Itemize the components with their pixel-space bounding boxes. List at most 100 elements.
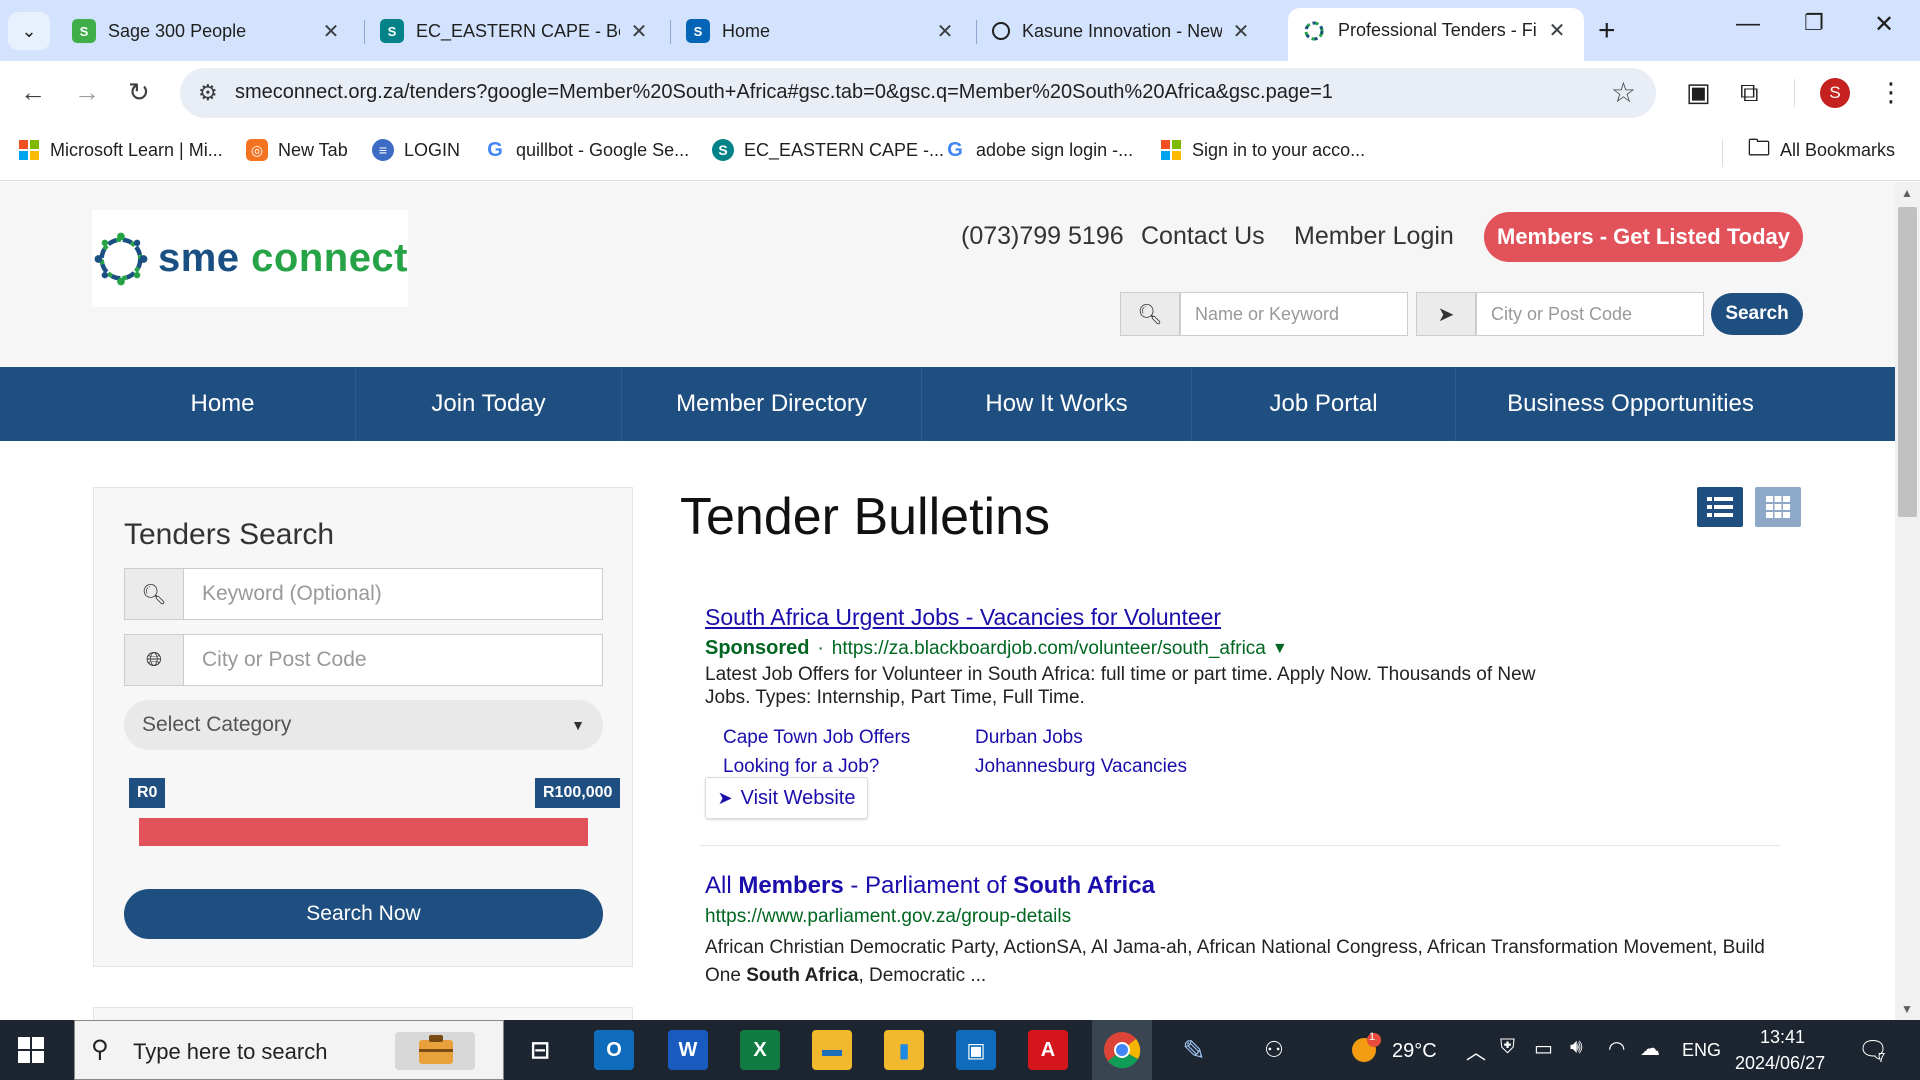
restore-icon[interactable]: ❐ [1804, 10, 1824, 36]
tender-city-input[interactable]: City or Post Code [183, 634, 603, 686]
nav-job-portal[interactable]: Job Portal [1192, 367, 1456, 441]
windows-start-icon[interactable] [18, 1037, 44, 1063]
result-url[interactable]: https://www.parliament.gov.za/group-deta… [705, 906, 1071, 928]
address-bar[interactable]: ⚙ smeconnect.org.za/tenders?google=Membe… [180, 68, 1656, 118]
city-search-input[interactable]: City or Post Code [1476, 292, 1704, 336]
taskbar-search-box[interactable]: ⚲ Type here to search [74, 1020, 504, 1080]
defender-icon[interactable]: ▣ [956, 1030, 996, 1070]
shield-icon[interactable]: ⛨ [1500, 1036, 1515, 1059]
reload-icon[interactable]: ↻ [128, 77, 150, 108]
volume-icon[interactable]: 🔊︎ [1570, 1036, 1583, 1059]
window-close-icon[interactable]: ✕ [1874, 10, 1894, 39]
nav-home[interactable]: Home [90, 367, 356, 441]
ad-sitelink-cape-town[interactable]: Cape Town Job Offers [723, 727, 910, 749]
bookmark-star-icon[interactable]: ☆ [1611, 76, 1636, 109]
browser-tab-ec-eastern-cape[interactable]: S EC_EASTERN CAPE - Bene ✕ [366, 10, 666, 52]
member-login-link[interactable]: Member Login [1294, 222, 1454, 251]
grid-view-icon[interactable] [1755, 487, 1801, 527]
close-icon[interactable]: ✕ [934, 19, 956, 44]
budget-range-slider[interactable] [139, 818, 588, 846]
contact-us-link[interactable]: Contact Us [1141, 222, 1265, 251]
people-icon[interactable]: ⚇ [1254, 1030, 1294, 1070]
extension-icon[interactable]: ▣ [1686, 77, 1711, 108]
kebab-menu-icon[interactable]: ⋮ [1878, 77, 1904, 108]
forward-arrow-icon[interactable]: → [74, 77, 100, 108]
header-search-button[interactable]: Search [1711, 293, 1803, 335]
site-settings-icon[interactable]: ⚙ [198, 80, 218, 106]
close-icon[interactable]: ✕ [320, 19, 342, 44]
nav-business-opportunities[interactable]: Business Opportunities [1456, 367, 1805, 441]
language-indicator[interactable]: ENG [1682, 1040, 1721, 1061]
word-icon[interactable]: W [668, 1030, 708, 1070]
wifi-icon[interactable]: ◠ [1608, 1036, 1625, 1061]
bookmark-new-tab[interactable]: ◎ New Tab [246, 139, 348, 161]
list-view-icon[interactable] [1697, 487, 1743, 527]
close-icon[interactable]: ✕ [628, 19, 650, 44]
bookmark-quillbot[interactable]: G quillbot - Google Se... [484, 139, 689, 161]
visit-website-button[interactable]: ➤ Visit Website [705, 777, 868, 819]
nav-join-today[interactable]: Join Today [356, 367, 622, 441]
keyword-search-input[interactable]: Name or Keyword [1180, 292, 1408, 336]
profile-avatar[interactable]: S [1820, 78, 1850, 108]
new-tab-button[interactable]: + [1598, 14, 1616, 48]
browser-tab-professional-tenders[interactable]: Professional Tenders - Fir ✕ [1288, 8, 1584, 61]
clock-date[interactable]: 2024/06/27 [1735, 1053, 1825, 1074]
ad-url[interactable]: https://za.blackboardjob.com/volunteer/s… [832, 638, 1266, 660]
close-icon[interactable]: ✕ [1546, 18, 1568, 43]
files-icon[interactable]: ▮ [884, 1030, 924, 1070]
get-listed-button[interactable]: Members - Get Listed Today [1484, 212, 1803, 262]
scrollbar-thumb[interactable] [1898, 207, 1917, 517]
bookmark-adobe-sign[interactable]: G adobe sign login -... [944, 139, 1133, 161]
budget-range-fill [139, 818, 588, 846]
scroll-up-icon[interactable]: ▲ [1901, 186, 1913, 200]
scroll-down-icon[interactable]: ▼ [1901, 1002, 1913, 1016]
ad-sitelink-looking-for-job[interactable]: Looking for a Job? [723, 756, 879, 778]
acrobat-icon[interactable]: A [1028, 1030, 1068, 1070]
weather-temperature[interactable]: 29°C [1392, 1040, 1437, 1063]
weather-icon[interactable] [1350, 1032, 1382, 1070]
chrome-icon[interactable] [1102, 1030, 1142, 1070]
ad-sitelink-durban[interactable]: Durban Jobs [975, 727, 1083, 749]
phone-link[interactable]: (073)799 5196 [961, 222, 1124, 251]
ad-sitelink-johannesburg[interactable]: Johannesburg Vacancies [975, 756, 1187, 778]
tab-separator [364, 20, 365, 44]
onedrive-icon[interactable]: ☁ [1640, 1036, 1660, 1061]
tab-search-button[interactable]: ⌄ [8, 12, 50, 50]
category-select[interactable]: Select Category ▼ [124, 700, 603, 750]
back-arrow-icon[interactable]: ← [20, 77, 46, 108]
sage-icon: S [72, 19, 96, 43]
task-view-icon[interactable]: ⊟ [520, 1030, 560, 1070]
close-icon[interactable]: ✕ [1230, 19, 1252, 44]
google-icon: G [947, 138, 963, 161]
search-now-button[interactable]: Search Now [124, 889, 603, 939]
browser-tab-home[interactable]: S Home ✕ [672, 10, 972, 52]
bookmark-microsoft-learn[interactable]: Microsoft Learn | Mi... [18, 139, 223, 161]
browser-tab-kasune[interactable]: Kasune Innovation - New ✕ [978, 10, 1268, 52]
all-bookmarks-button[interactable]: 🗀 All Bookmarks [1748, 135, 1895, 161]
paint-icon[interactable]: ✎ [1174, 1030, 1214, 1070]
bookmark-ec-eastern-cape[interactable]: S EC_EASTERN CAPE -... [712, 139, 944, 161]
outlook-icon[interactable]: O [594, 1030, 634, 1070]
clock-time[interactable]: 13:41 [1760, 1027, 1805, 1048]
tender-keyword-input[interactable]: Keyword (Optional) [183, 568, 603, 620]
battery-icon[interactable]: ▭ [1534, 1036, 1553, 1061]
bookmark-login[interactable]: ≡ LOGIN [372, 139, 460, 161]
microsoft-icon [18, 139, 40, 161]
puzzle-icon[interactable]: ⧉ [1740, 77, 1759, 109]
ad-title-link[interactable]: South Africa Urgent Jobs - Vacancies for… [705, 604, 1221, 631]
address-url[interactable]: smeconnect.org.za/tenders?google=Member%… [235, 81, 1333, 104]
bookmark-sign-in[interactable]: Sign in to your acco... [1160, 139, 1365, 161]
result-title-link[interactable]: All Members - Parliament of South Africa [705, 872, 1155, 900]
file-explorer-icon[interactable]: ▬ [812, 1030, 852, 1070]
nav-member-directory[interactable]: Member Directory [622, 367, 922, 441]
browser-tab-bar: ⌄ S Sage 300 People ✕ S EC_EASTERN CAPE … [0, 0, 1920, 61]
excel-icon[interactable]: X [740, 1030, 780, 1070]
browser-tab-sage[interactable]: S Sage 300 People ✕ [58, 10, 358, 52]
minimize-icon[interactable]: — [1736, 10, 1760, 38]
site-logo[interactable]: sme connect [92, 210, 408, 307]
sharepoint-icon: S [686, 19, 710, 43]
chevron-up-icon[interactable]: ︿ [1466, 1036, 1486, 1065]
search-icon: 🔍︎ [124, 568, 184, 620]
nav-how-it-works[interactable]: How It Works [922, 367, 1192, 441]
ad-caret-icon[interactable]: ▼ [1272, 640, 1288, 658]
